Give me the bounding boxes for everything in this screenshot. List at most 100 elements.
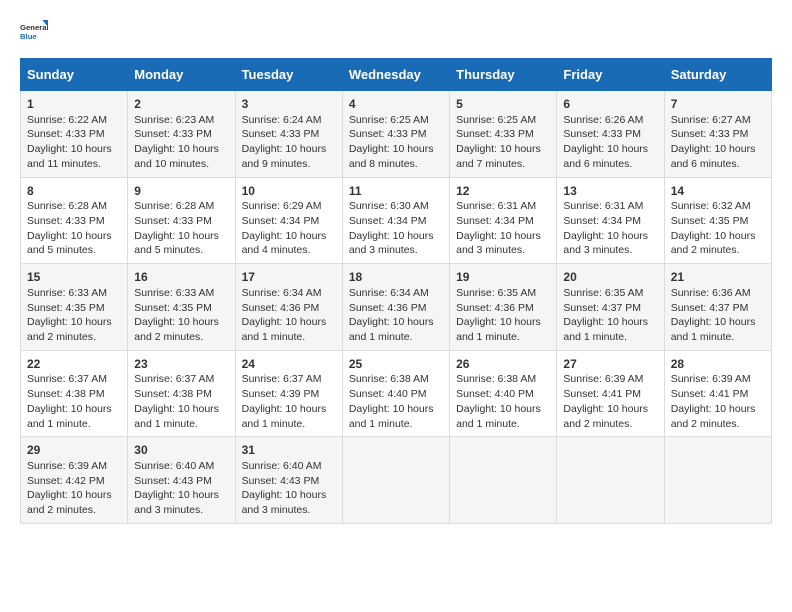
day-number: 2 (134, 96, 228, 113)
calendar-cell (342, 437, 449, 524)
calendar-cell: 1Sunrise: 6:22 AM Sunset: 4:33 PM Daylig… (21, 91, 128, 178)
calendar-cell: 20Sunrise: 6:35 AM Sunset: 4:37 PM Dayli… (557, 264, 664, 351)
calendar-cell: 8Sunrise: 6:28 AM Sunset: 4:33 PM Daylig… (21, 177, 128, 264)
svg-text:Blue: Blue (20, 32, 37, 41)
page-header: General Blue (20, 20, 772, 48)
calendar-cell: 13Sunrise: 6:31 AM Sunset: 4:34 PM Dayli… (557, 177, 664, 264)
day-number: 30 (134, 442, 228, 459)
svg-text:General: General (20, 23, 48, 32)
calendar-cell: 5Sunrise: 6:25 AM Sunset: 4:33 PM Daylig… (450, 91, 557, 178)
day-details: Sunrise: 6:36 AM Sunset: 4:37 PM Dayligh… (671, 286, 765, 345)
week-row-4: 22Sunrise: 6:37 AM Sunset: 4:38 PM Dayli… (21, 350, 772, 437)
calendar-cell: 14Sunrise: 6:32 AM Sunset: 4:35 PM Dayli… (664, 177, 771, 264)
day-number: 7 (671, 96, 765, 113)
calendar-cell: 15Sunrise: 6:33 AM Sunset: 4:35 PM Dayli… (21, 264, 128, 351)
day-details: Sunrise: 6:39 AM Sunset: 4:41 PM Dayligh… (563, 372, 657, 431)
calendar-cell: 4Sunrise: 6:25 AM Sunset: 4:33 PM Daylig… (342, 91, 449, 178)
calendar-cell: 21Sunrise: 6:36 AM Sunset: 4:37 PM Dayli… (664, 264, 771, 351)
day-number: 4 (349, 96, 443, 113)
column-header-saturday: Saturday (664, 59, 771, 91)
calendar-cell: 17Sunrise: 6:34 AM Sunset: 4:36 PM Dayli… (235, 264, 342, 351)
day-number: 1 (27, 96, 121, 113)
calendar-cell: 30Sunrise: 6:40 AM Sunset: 4:43 PM Dayli… (128, 437, 235, 524)
day-number: 17 (242, 269, 336, 286)
day-details: Sunrise: 6:22 AM Sunset: 4:33 PM Dayligh… (27, 113, 121, 172)
day-details: Sunrise: 6:23 AM Sunset: 4:33 PM Dayligh… (134, 113, 228, 172)
day-number: 12 (456, 183, 550, 200)
day-details: Sunrise: 6:27 AM Sunset: 4:33 PM Dayligh… (671, 113, 765, 172)
day-details: Sunrise: 6:35 AM Sunset: 4:37 PM Dayligh… (563, 286, 657, 345)
day-details: Sunrise: 6:29 AM Sunset: 4:34 PM Dayligh… (242, 199, 336, 258)
calendar-cell: 31Sunrise: 6:40 AM Sunset: 4:43 PM Dayli… (235, 437, 342, 524)
calendar-cell: 23Sunrise: 6:37 AM Sunset: 4:38 PM Dayli… (128, 350, 235, 437)
day-details: Sunrise: 6:34 AM Sunset: 4:36 PM Dayligh… (349, 286, 443, 345)
day-number: 27 (563, 356, 657, 373)
day-number: 19 (456, 269, 550, 286)
calendar-cell: 16Sunrise: 6:33 AM Sunset: 4:35 PM Dayli… (128, 264, 235, 351)
day-number: 24 (242, 356, 336, 373)
calendar-cell (664, 437, 771, 524)
calendar-cell: 3Sunrise: 6:24 AM Sunset: 4:33 PM Daylig… (235, 91, 342, 178)
calendar-cell: 10Sunrise: 6:29 AM Sunset: 4:34 PM Dayli… (235, 177, 342, 264)
day-number: 5 (456, 96, 550, 113)
calendar-cell: 26Sunrise: 6:38 AM Sunset: 4:40 PM Dayli… (450, 350, 557, 437)
day-number: 26 (456, 356, 550, 373)
calendar-cell (450, 437, 557, 524)
day-details: Sunrise: 6:35 AM Sunset: 4:36 PM Dayligh… (456, 286, 550, 345)
calendar-header-row: SundayMondayTuesdayWednesdayThursdayFrid… (21, 59, 772, 91)
calendar-cell: 24Sunrise: 6:37 AM Sunset: 4:39 PM Dayli… (235, 350, 342, 437)
day-details: Sunrise: 6:26 AM Sunset: 4:33 PM Dayligh… (563, 113, 657, 172)
day-number: 22 (27, 356, 121, 373)
logo: General Blue (20, 20, 48, 48)
day-details: Sunrise: 6:37 AM Sunset: 4:38 PM Dayligh… (134, 372, 228, 431)
calendar-cell: 27Sunrise: 6:39 AM Sunset: 4:41 PM Dayli… (557, 350, 664, 437)
column-header-friday: Friday (557, 59, 664, 91)
day-details: Sunrise: 6:33 AM Sunset: 4:35 PM Dayligh… (27, 286, 121, 345)
week-row-3: 15Sunrise: 6:33 AM Sunset: 4:35 PM Dayli… (21, 264, 772, 351)
day-number: 20 (563, 269, 657, 286)
day-details: Sunrise: 6:34 AM Sunset: 4:36 PM Dayligh… (242, 286, 336, 345)
column-header-sunday: Sunday (21, 59, 128, 91)
day-details: Sunrise: 6:39 AM Sunset: 4:41 PM Dayligh… (671, 372, 765, 431)
day-details: Sunrise: 6:40 AM Sunset: 4:43 PM Dayligh… (134, 459, 228, 518)
day-details: Sunrise: 6:38 AM Sunset: 4:40 PM Dayligh… (349, 372, 443, 431)
calendar-cell: 12Sunrise: 6:31 AM Sunset: 4:34 PM Dayli… (450, 177, 557, 264)
day-details: Sunrise: 6:25 AM Sunset: 4:33 PM Dayligh… (456, 113, 550, 172)
day-number: 21 (671, 269, 765, 286)
day-details: Sunrise: 6:33 AM Sunset: 4:35 PM Dayligh… (134, 286, 228, 345)
day-details: Sunrise: 6:37 AM Sunset: 4:38 PM Dayligh… (27, 372, 121, 431)
day-number: 18 (349, 269, 443, 286)
day-number: 31 (242, 442, 336, 459)
day-details: Sunrise: 6:32 AM Sunset: 4:35 PM Dayligh… (671, 199, 765, 258)
calendar-cell: 25Sunrise: 6:38 AM Sunset: 4:40 PM Dayli… (342, 350, 449, 437)
day-details: Sunrise: 6:39 AM Sunset: 4:42 PM Dayligh… (27, 459, 121, 518)
day-details: Sunrise: 6:31 AM Sunset: 4:34 PM Dayligh… (456, 199, 550, 258)
day-details: Sunrise: 6:28 AM Sunset: 4:33 PM Dayligh… (134, 199, 228, 258)
day-number: 16 (134, 269, 228, 286)
week-row-2: 8 Sunrise: 6:28 AM Sunset: 4:33 PM Daylig… (21, 177, 772, 264)
week-row-5: 29Sunrise: 6:39 AM Sunset: 4:42 PM Dayli… (21, 437, 772, 524)
day-number: 13 (563, 183, 657, 200)
day-details: Sunrise: 6:25 AM Sunset: 4:33 PM Dayligh… (349, 113, 443, 172)
calendar-cell: 11Sunrise: 6:30 AM Sunset: 4:34 PM Dayli… (342, 177, 449, 264)
column-header-thursday: Thursday (450, 59, 557, 91)
day-number: 15 (27, 269, 121, 286)
day-details: Sunrise: 6:30 AM Sunset: 4:34 PM Dayligh… (349, 199, 443, 258)
day-number: 25 (349, 356, 443, 373)
day-number: 3 (242, 96, 336, 113)
day-details: Sunrise: 6:40 AM Sunset: 4:43 PM Dayligh… (242, 459, 336, 518)
day-details: Sunrise: 6:24 AM Sunset: 4:33 PM Dayligh… (242, 113, 336, 172)
day-number: 14 (671, 183, 765, 200)
calendar-cell: 2Sunrise: 6:23 AM Sunset: 4:33 PM Daylig… (128, 91, 235, 178)
day-number: 29 (27, 442, 121, 459)
day-details: Sunrise: 6:31 AM Sunset: 4:34 PM Dayligh… (563, 199, 657, 258)
day-number: 9 (134, 183, 228, 200)
calendar-cell (557, 437, 664, 524)
day-number: 6 (563, 96, 657, 113)
logo-icon: General Blue (20, 20, 48, 48)
day-number: 11 (349, 183, 443, 200)
column-header-monday: Monday (128, 59, 235, 91)
day-number: 8 (27, 183, 121, 200)
calendar-cell: 18Sunrise: 6:34 AM Sunset: 4:36 PM Dayli… (342, 264, 449, 351)
calendar-cell: 7Sunrise: 6:27 AM Sunset: 4:33 PM Daylig… (664, 91, 771, 178)
